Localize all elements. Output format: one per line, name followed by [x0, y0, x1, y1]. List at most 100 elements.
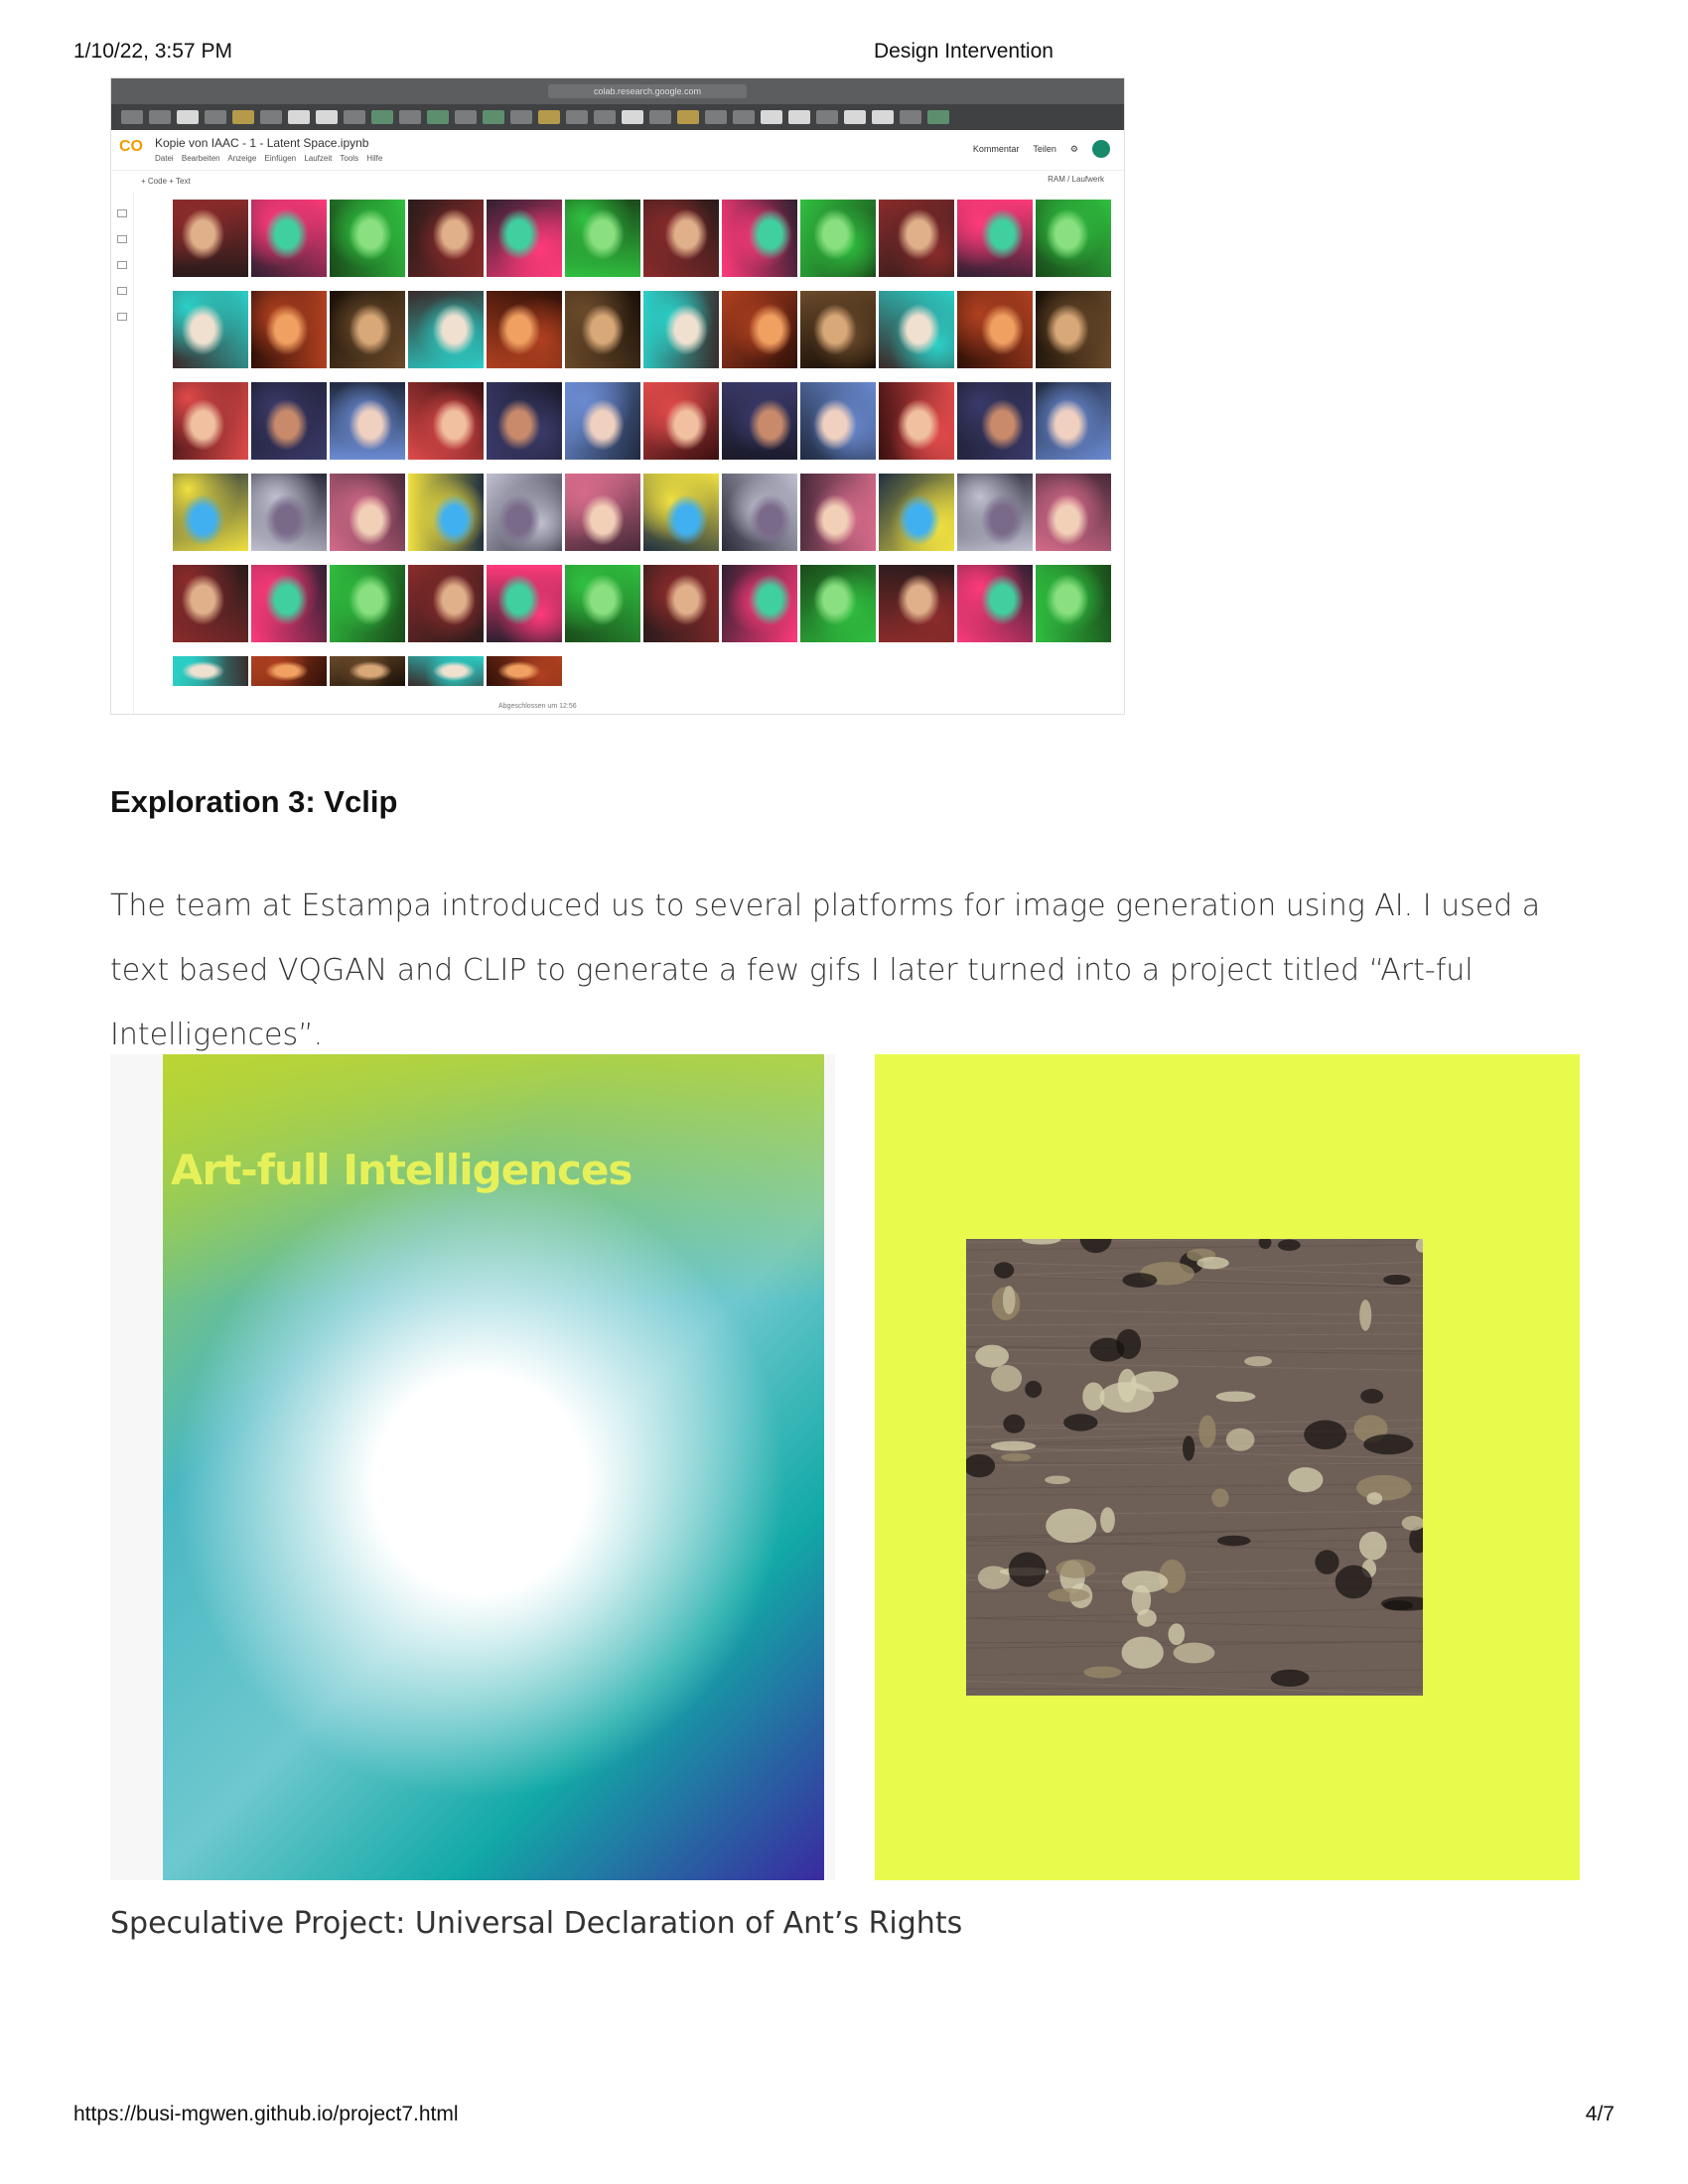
browser-toolbar: colab.research.google.com [111, 78, 1124, 104]
thumbnail: 69 [879, 200, 954, 277]
texture-blob [1215, 1391, 1256, 1403]
texture-blob [1121, 1636, 1164, 1669]
thumbnail: 64 [330, 291, 405, 368]
texture-blob [1122, 1273, 1158, 1288]
texture-blob [1304, 1420, 1347, 1449]
thumbnail: 82 [800, 382, 876, 460]
notebook-toolbar: + Code + Text RAM / Laufwerk [111, 171, 1124, 193]
thumbnail: 74 [173, 382, 248, 460]
texture-blob [1225, 1428, 1255, 1451]
thumbnail: 68 [800, 200, 876, 277]
thumbnail: 67 [722, 200, 797, 277]
folder-icon [117, 313, 127, 321]
thumbnail-row: 868788899091929394959697 [173, 474, 1114, 551]
section-title: Exploration 3: Vclip [110, 784, 398, 819]
thumbnail: 77 [408, 382, 484, 460]
texture-blob [1025, 1380, 1043, 1398]
thumbnail: 62 [330, 200, 405, 277]
thumbnail-grid: 606162636465666768697071 6263646566676869… [173, 200, 1114, 700]
thumbnail: 68 [643, 291, 719, 368]
thumbnail: 71 [1036, 200, 1111, 277]
thumbnail: 69 [722, 291, 797, 368]
code-icon [117, 261, 127, 269]
texture-blob [1173, 1642, 1215, 1664]
texture-blob [1356, 1474, 1412, 1501]
thumbnail-row: 747576777879808182838485 [173, 382, 1114, 460]
runtime-status: RAM / Laufwerk [1048, 175, 1104, 184]
thumbnail-row: 606162636465666768697071 [173, 200, 1114, 277]
art-panel-title: Art-full Intelligences [171, 1146, 633, 1194]
texture-blob [994, 1262, 1015, 1279]
texture-blob [1048, 1588, 1090, 1602]
avatar [1092, 140, 1110, 158]
thumbnail: 89 [408, 474, 484, 551]
thumbnail: 110 [173, 656, 248, 686]
thumbnail: 81 [722, 382, 797, 460]
thumbnail: 107 [879, 565, 954, 642]
thumbnail: 99 [251, 565, 327, 642]
texture-blob [1315, 1550, 1339, 1574]
print-datetime: 1/10/22, 3:57 PM [73, 40, 232, 63]
texture-blob [1130, 1371, 1179, 1393]
texture-blob [1063, 1414, 1098, 1432]
thumbnail: 70 [800, 291, 876, 368]
texture-blob [1131, 1584, 1152, 1615]
texture-blob [1288, 1467, 1324, 1493]
texture-blob [1360, 1389, 1384, 1404]
colab-header: CO Kopie von IAAC - 1 - Latent Space.ipy… [111, 130, 1124, 171]
texture-blob [1046, 1508, 1097, 1544]
thumbnail: 87 [251, 474, 327, 551]
thumbnail: 90 [487, 474, 562, 551]
print-url: https://busi-mgwen.github.io/project7.ht… [73, 2103, 459, 2125]
thumbnail: 79 [565, 382, 640, 460]
texture-blob [1168, 1623, 1186, 1646]
variables-icon [117, 287, 127, 295]
thumbnail: 70 [957, 200, 1033, 277]
thumbnail: 98 [173, 565, 248, 642]
thumbnail: 83 [879, 382, 954, 460]
texture-blob [1383, 1274, 1411, 1286]
ant-rights-panel [875, 1054, 1580, 1880]
thumbnail: 102 [487, 565, 562, 642]
texture-blob [1270, 1669, 1310, 1688]
thumbnail: 112 [330, 656, 405, 686]
thumbnail: 91 [565, 474, 640, 551]
colab-logo: CO [119, 138, 143, 155]
thumbnail: 80 [643, 382, 719, 460]
art-panel-gradient: Art-full Intelligences [163, 1054, 824, 1880]
thumbnail: 109 [1036, 565, 1111, 642]
thumbnail: 62 [173, 291, 248, 368]
notebook-menu: Datei Bearbeiten Anzeige Einfügen Laufze… [155, 154, 383, 163]
texture-blob [1002, 1286, 1016, 1314]
texture-blob [1277, 1239, 1301, 1251]
browser-tab-strip [111, 104, 1124, 130]
notebook-title: Kopie von IAAC - 1 - Latent Space.ipynb [155, 136, 369, 150]
texture-blob [1008, 1552, 1047, 1587]
share-button: Teilen [1033, 144, 1056, 154]
section-paragraph: The team at Estampa introduced us to sev… [110, 888, 1541, 1052]
thumbnail: 114 [487, 656, 562, 686]
thumbnail: 78 [487, 382, 562, 460]
thumbnail: 63 [408, 200, 484, 277]
search-icon [117, 235, 127, 243]
thumbnail: 105 [722, 565, 797, 642]
texture-blob [975, 1344, 1010, 1368]
thumbnail: 76 [330, 382, 405, 460]
gear-icon: ⚙ [1069, 143, 1078, 154]
texture-blob [1335, 1565, 1372, 1599]
thumbnail: 104 [643, 565, 719, 642]
texture-blob [1216, 1535, 1251, 1547]
print-page-title: Design Intervention [874, 40, 1054, 63]
toc-icon [117, 209, 127, 217]
texture-blob [1358, 1531, 1387, 1561]
thumbnail: 96 [957, 474, 1033, 551]
texture-blob [1366, 1492, 1383, 1505]
thumbnail: 73 [1036, 291, 1111, 368]
thumbnail-row: 9899100101102103104105106107108109 [173, 565, 1114, 642]
comment-button: Kommentar [972, 144, 1020, 154]
texture-blob [1089, 1337, 1125, 1362]
texture-blob [1083, 1666, 1122, 1679]
ant-texture-image [966, 1239, 1423, 1696]
image-caption: Speculative Project: Universal Declarati… [110, 1906, 963, 1941]
thumbnail-row: 626364656667686970717273 [173, 291, 1114, 368]
